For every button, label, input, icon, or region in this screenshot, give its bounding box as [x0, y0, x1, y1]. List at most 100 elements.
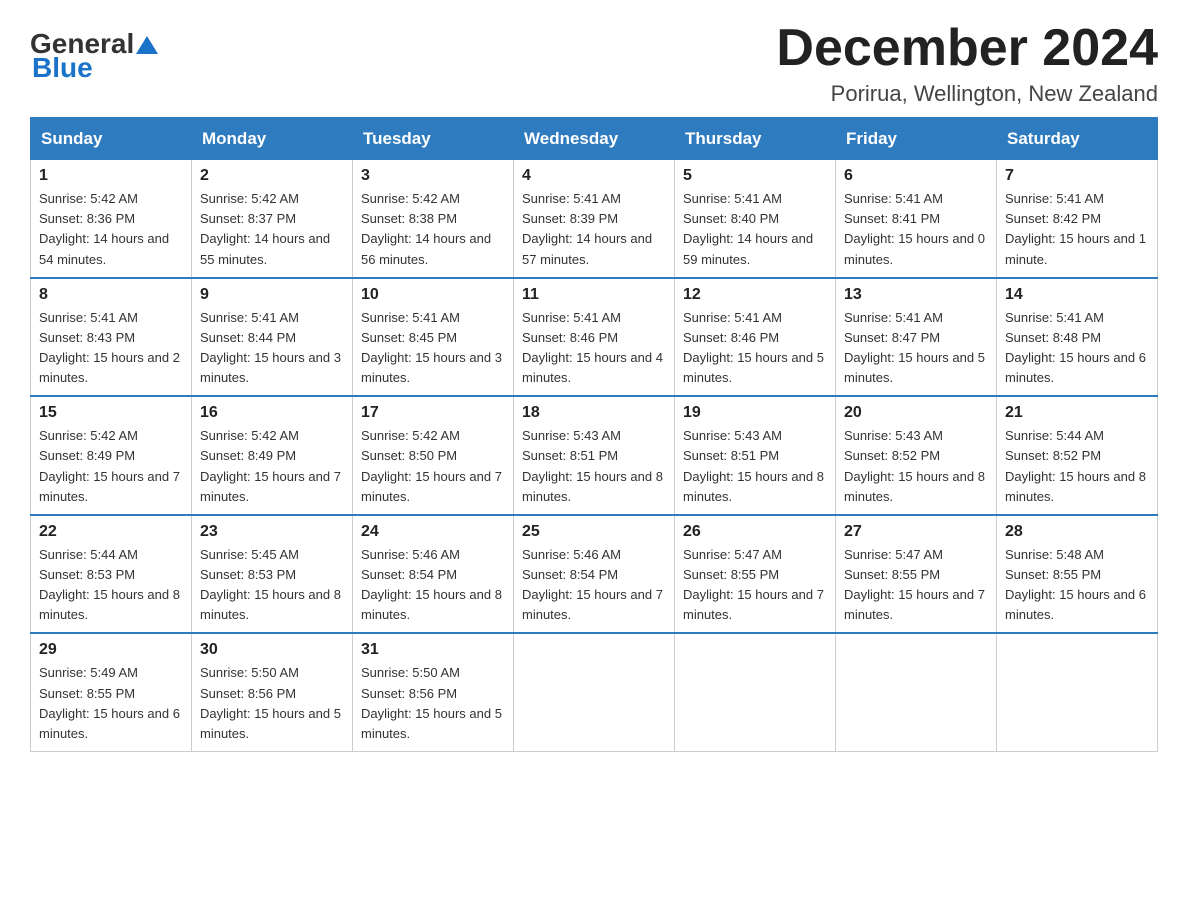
- title-block: December 2024 Porirua, Wellington, New Z…: [776, 20, 1158, 107]
- day-number: 5: [683, 167, 827, 185]
- calendar-cell: 19 Sunrise: 5:43 AMSunset: 8:51 PMDayligh…: [675, 396, 836, 515]
- day-info: Sunrise: 5:42 AMSunset: 8:37 PMDaylight:…: [200, 189, 344, 270]
- day-number: 2: [200, 167, 344, 185]
- main-title: December 2024: [776, 20, 1158, 77]
- day-info: Sunrise: 5:47 AMSunset: 8:55 PMDaylight:…: [844, 545, 988, 626]
- calendar-cell: 25Sunrise: 5:46 AMSunset: 8:54 PMDayligh…: [514, 515, 675, 634]
- logo-triangle-icon: [136, 34, 158, 56]
- day-number: 26: [683, 523, 827, 541]
- calendar-cell: 17 Sunrise: 5:42 AMSunset: 8:50 PMDayligh…: [353, 396, 514, 515]
- day-info: Sunrise: 5:42 AMSunset: 8:49 PMDaylight:…: [200, 426, 344, 507]
- calendar-cell: 26 Sunrise: 5:47 AMSunset: 8:55 PMDayligh…: [675, 515, 836, 634]
- calendar-cell: 7 Sunrise: 5:41 AMSunset: 8:42 PMDaylight…: [997, 160, 1158, 278]
- calendar-cell: [997, 633, 1158, 751]
- calendar-cell: 24Sunrise: 5:46 AMSunset: 8:54 PMDayligh…: [353, 515, 514, 634]
- calendar-header-saturday: Saturday: [997, 118, 1158, 160]
- calendar-header-sunday: Sunday: [31, 118, 192, 160]
- day-number: 7: [1005, 167, 1149, 185]
- calendar-week-row: 15 Sunrise: 5:42 AMSunset: 8:49 PMDayligh…: [31, 396, 1158, 515]
- day-number: 19: [683, 404, 827, 422]
- day-number: 6: [844, 167, 988, 185]
- day-info: Sunrise: 5:48 AMSunset: 8:55 PMDaylight:…: [1005, 545, 1149, 626]
- day-info: Sunrise: 5:41 AMSunset: 8:39 PMDaylight:…: [522, 189, 666, 270]
- day-number: 20: [844, 404, 988, 422]
- subtitle: Porirua, Wellington, New Zealand: [776, 81, 1158, 107]
- calendar-cell: 21Sunrise: 5:44 AMSunset: 8:52 PMDayligh…: [997, 396, 1158, 515]
- calendar-cell: 16 Sunrise: 5:42 AMSunset: 8:49 PMDayligh…: [192, 396, 353, 515]
- page-header: General Blue December 2024 Porirua, Well…: [30, 20, 1158, 107]
- calendar-cell: 14 Sunrise: 5:41 AMSunset: 8:48 PMDayligh…: [997, 278, 1158, 397]
- logo-blue-text: Blue: [32, 54, 93, 82]
- logo: General Blue: [30, 30, 158, 82]
- calendar-week-row: 22 Sunrise: 5:44 AMSunset: 8:53 PMDayligh…: [31, 515, 1158, 634]
- day-number: 4: [522, 167, 666, 185]
- day-number: 8: [39, 286, 183, 304]
- day-number: 23: [200, 523, 344, 541]
- calendar-cell: 22 Sunrise: 5:44 AMSunset: 8:53 PMDayligh…: [31, 515, 192, 634]
- calendar-cell: 11Sunrise: 5:41 AMSunset: 8:46 PMDayligh…: [514, 278, 675, 397]
- day-info: Sunrise: 5:41 AMSunset: 8:46 PMDaylight:…: [683, 308, 827, 389]
- day-info: Sunrise: 5:42 AMSunset: 8:38 PMDaylight:…: [361, 189, 505, 270]
- calendar-cell: 5 Sunrise: 5:41 AMSunset: 8:40 PMDaylight…: [675, 160, 836, 278]
- day-info: Sunrise: 5:50 AMSunset: 8:56 PMDaylight:…: [361, 663, 505, 744]
- calendar-cell: 28 Sunrise: 5:48 AMSunset: 8:55 PMDayligh…: [997, 515, 1158, 634]
- day-number: 29: [39, 641, 183, 659]
- day-info: Sunrise: 5:41 AMSunset: 8:46 PMDaylight:…: [522, 308, 666, 389]
- calendar-cell: 27 Sunrise: 5:47 AMSunset: 8:55 PMDayligh…: [836, 515, 997, 634]
- day-info: Sunrise: 5:41 AMSunset: 8:40 PMDaylight:…: [683, 189, 827, 270]
- day-info: Sunrise: 5:46 AMSunset: 8:54 PMDaylight:…: [361, 545, 505, 626]
- day-number: 15: [39, 404, 183, 422]
- calendar-table: SundayMondayTuesdayWednesdayThursdayFrid…: [30, 117, 1158, 752]
- day-info: Sunrise: 5:42 AMSunset: 8:50 PMDaylight:…: [361, 426, 505, 507]
- calendar-cell: 2 Sunrise: 5:42 AMSunset: 8:37 PMDaylight…: [192, 160, 353, 278]
- day-info: Sunrise: 5:42 AMSunset: 8:49 PMDaylight:…: [39, 426, 183, 507]
- day-info: Sunrise: 5:45 AMSunset: 8:53 PMDaylight:…: [200, 545, 344, 626]
- day-number: 31: [361, 641, 505, 659]
- day-info: Sunrise: 5:41 AMSunset: 8:42 PMDaylight:…: [1005, 189, 1149, 270]
- calendar-cell: 18 Sunrise: 5:43 AMSunset: 8:51 PMDayligh…: [514, 396, 675, 515]
- calendar-cell: 30Sunrise: 5:50 AMSunset: 8:56 PMDayligh…: [192, 633, 353, 751]
- calendar-cell: 23 Sunrise: 5:45 AMSunset: 8:53 PMDayligh…: [192, 515, 353, 634]
- day-number: 28: [1005, 523, 1149, 541]
- calendar-week-row: 29 Sunrise: 5:49 AMSunset: 8:55 PMDayligh…: [31, 633, 1158, 751]
- calendar-header-thursday: Thursday: [675, 118, 836, 160]
- day-number: 27: [844, 523, 988, 541]
- calendar-cell: 29 Sunrise: 5:49 AMSunset: 8:55 PMDayligh…: [31, 633, 192, 751]
- day-info: Sunrise: 5:41 AMSunset: 8:45 PMDaylight:…: [361, 308, 505, 389]
- day-info: Sunrise: 5:41 AMSunset: 8:44 PMDaylight:…: [200, 308, 344, 389]
- day-info: Sunrise: 5:49 AMSunset: 8:55 PMDaylight:…: [39, 663, 183, 744]
- day-number: 12: [683, 286, 827, 304]
- day-number: 3: [361, 167, 505, 185]
- calendar-week-row: 8Sunrise: 5:41 AMSunset: 8:43 PMDaylight…: [31, 278, 1158, 397]
- calendar-header-monday: Monday: [192, 118, 353, 160]
- day-info: Sunrise: 5:41 AMSunset: 8:41 PMDaylight:…: [844, 189, 988, 270]
- day-number: 30: [200, 641, 344, 659]
- day-number: 21: [1005, 404, 1149, 422]
- calendar-cell: 20Sunrise: 5:43 AMSunset: 8:52 PMDayligh…: [836, 396, 997, 515]
- day-number: 22: [39, 523, 183, 541]
- day-number: 17: [361, 404, 505, 422]
- calendar-cell: 4 Sunrise: 5:41 AMSunset: 8:39 PMDaylight…: [514, 160, 675, 278]
- day-number: 9: [200, 286, 344, 304]
- day-info: Sunrise: 5:41 AMSunset: 8:48 PMDaylight:…: [1005, 308, 1149, 389]
- calendar-cell: 1Sunrise: 5:42 AMSunset: 8:36 PMDaylight…: [31, 160, 192, 278]
- day-info: Sunrise: 5:47 AMSunset: 8:55 PMDaylight:…: [683, 545, 827, 626]
- calendar-week-row: 1Sunrise: 5:42 AMSunset: 8:36 PMDaylight…: [31, 160, 1158, 278]
- day-number: 14: [1005, 286, 1149, 304]
- calendar-cell: [514, 633, 675, 751]
- day-number: 16: [200, 404, 344, 422]
- day-number: 25: [522, 523, 666, 541]
- calendar-header-friday: Friday: [836, 118, 997, 160]
- day-number: 18: [522, 404, 666, 422]
- day-info: Sunrise: 5:43 AMSunset: 8:51 PMDaylight:…: [522, 426, 666, 507]
- calendar-cell: 31 Sunrise: 5:50 AMSunset: 8:56 PMDayligh…: [353, 633, 514, 751]
- calendar-header-tuesday: Tuesday: [353, 118, 514, 160]
- day-info: Sunrise: 5:44 AMSunset: 8:53 PMDaylight:…: [39, 545, 183, 626]
- calendar-cell: 15 Sunrise: 5:42 AMSunset: 8:49 PMDayligh…: [31, 396, 192, 515]
- day-info: Sunrise: 5:43 AMSunset: 8:51 PMDaylight:…: [683, 426, 827, 507]
- calendar-header-row: SundayMondayTuesdayWednesdayThursdayFrid…: [31, 118, 1158, 160]
- calendar-cell: 3 Sunrise: 5:42 AMSunset: 8:38 PMDaylight…: [353, 160, 514, 278]
- calendar-cell: 12 Sunrise: 5:41 AMSunset: 8:46 PMDayligh…: [675, 278, 836, 397]
- calendar-cell: [836, 633, 997, 751]
- calendar-cell: 8Sunrise: 5:41 AMSunset: 8:43 PMDaylight…: [31, 278, 192, 397]
